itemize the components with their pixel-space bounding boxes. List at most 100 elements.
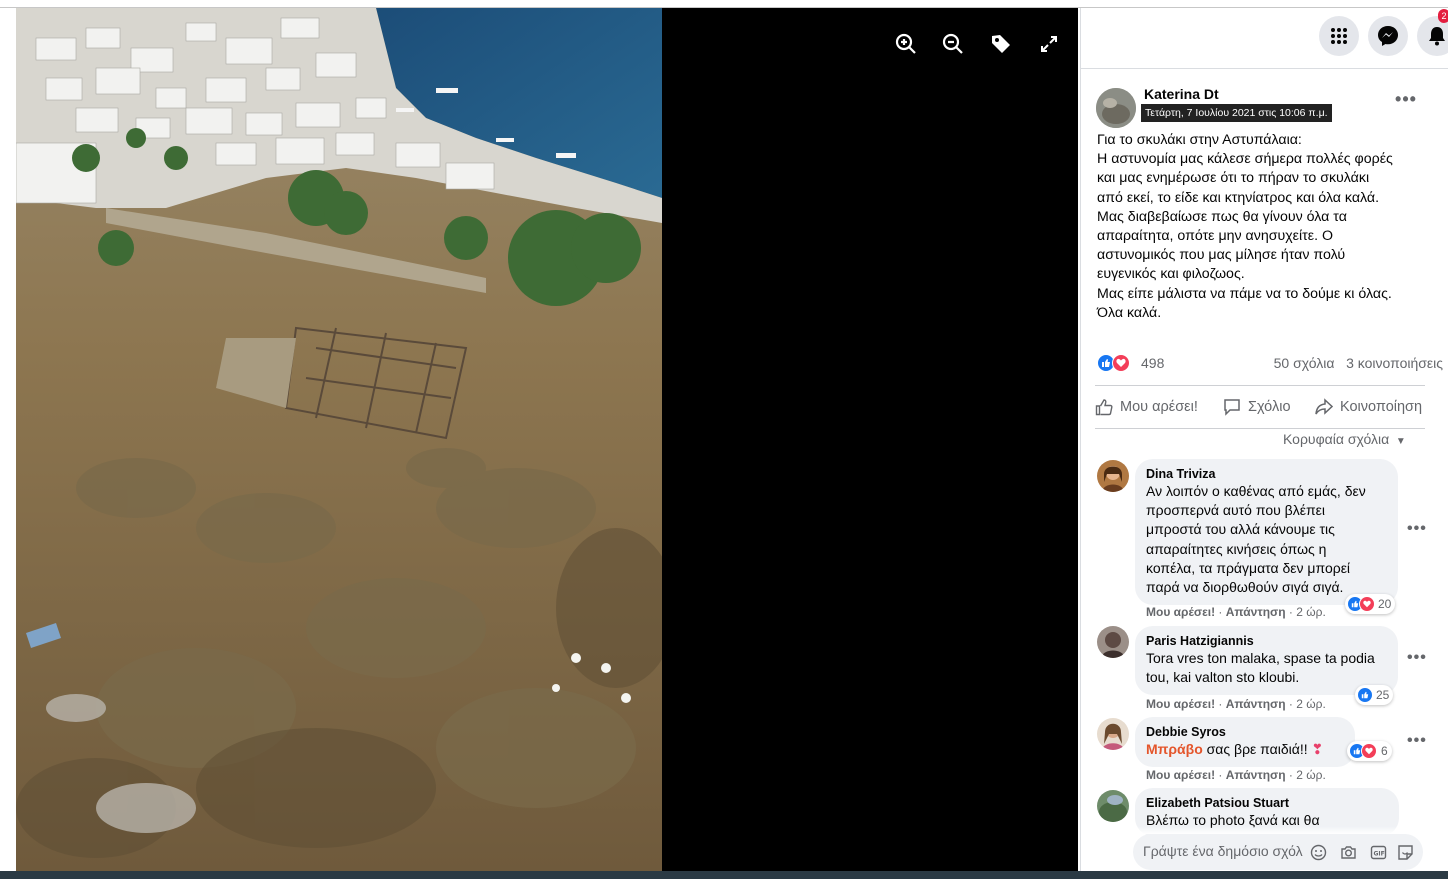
comment-reply-link[interactable]: Απάντηση xyxy=(1226,768,1286,782)
comment-reaction-count: 6 xyxy=(1381,744,1388,758)
comment-like-link[interactable]: Μου αρέσει! xyxy=(1146,605,1215,619)
comment-share-counts: 50 σχόλια 3 κοινοποιήσεις xyxy=(1274,355,1443,371)
reactions-summary: 498 50 σχόλια 3 κοινοποιήσεις xyxy=(1097,352,1443,374)
comment-author[interactable]: Debbie Syros xyxy=(1146,724,1343,740)
emoji-icon xyxy=(1310,844,1326,860)
camera-button[interactable] xyxy=(1339,843,1357,861)
thumbs-up-icon xyxy=(1095,399,1113,416)
commenter-avatar-image xyxy=(1097,718,1129,750)
comment-text-line: Αν λοιπόν ο καθένας από εμάς, δεν xyxy=(1146,483,1366,499)
commenter-avatar[interactable] xyxy=(1097,790,1129,822)
post-date-tooltip: Τετάρτη, 7 Ιουλίου 2021 στις 10:06 π.μ. xyxy=(1141,104,1332,122)
comment-text-rest: σας βρε παιδιά!! xyxy=(1202,741,1312,757)
post-actions: Μου αρέσει! Σχόλιο Κοινοποίηση xyxy=(1095,393,1435,421)
comment-time[interactable]: 2 ώρ. xyxy=(1296,768,1326,782)
comment-reaction-count: 25 xyxy=(1376,688,1390,702)
messenger-button[interactable] xyxy=(1368,16,1408,56)
fullscreen-button[interactable] xyxy=(1035,30,1063,58)
screen: 2 Katerina Dt Τετάρτη, 7 Ιουλίου 2021 στ… xyxy=(0,0,1448,879)
sticker-icon xyxy=(1397,844,1413,860)
caret-down-icon: ▼ xyxy=(1393,436,1406,447)
camera-icon xyxy=(1340,845,1356,859)
comment-time[interactable]: 2 ώρ. xyxy=(1296,605,1326,619)
comment-reply-link[interactable]: Απάντηση xyxy=(1226,605,1286,619)
comment-author[interactable]: Elizabeth Patsiou Stuart xyxy=(1146,795,1387,811)
comment-author[interactable]: Paris Hatzigiannis xyxy=(1146,633,1386,649)
share-button[interactable]: Κοινοποίηση xyxy=(1315,393,1422,421)
header-divider xyxy=(1081,68,1448,69)
comment-reply-link[interactable]: Απάντηση xyxy=(1226,697,1286,711)
comment-meta: Μου αρέσει! · Απάντηση · 2 ώρ. xyxy=(1146,697,1326,711)
sticker-button[interactable] xyxy=(1396,843,1414,861)
shares-count[interactable]: 3 κοινοποιήσεις xyxy=(1346,355,1443,371)
author-name[interactable]: Katerina Dt xyxy=(1144,86,1219,102)
commenter-avatar-image xyxy=(1097,790,1129,822)
comment-like-link[interactable]: Μου αρέσει! xyxy=(1146,697,1215,711)
reaction-count[interactable]: 498 xyxy=(1141,355,1164,371)
post-text-line: αστυνομικός που μας μίλησε ήταν πολύ xyxy=(1097,247,1346,264)
comment-text-line: tou, kai valton sto kloubi. xyxy=(1146,669,1300,686)
notifications-icon xyxy=(1429,27,1445,46)
comment-reactions[interactable]: 6 xyxy=(1347,741,1392,761)
zoom-out-icon xyxy=(942,33,963,54)
comment-text: Μπράβο σας βρε παιδιά!! ❣ xyxy=(1146,740,1343,759)
comment-button[interactable]: Σχόλιο xyxy=(1223,393,1291,421)
taskbar-edge xyxy=(0,871,1448,879)
comment-meta: Μου αρέσει! · Απάντηση · 2 ώρ. xyxy=(1146,605,1326,619)
emoji-button[interactable] xyxy=(1309,843,1327,861)
sort-comments-label: Κορυφαία σχόλια xyxy=(1283,431,1390,447)
photo-image xyxy=(16,8,662,871)
comment-highlight-text[interactable]: Μπράβο xyxy=(1146,741,1203,757)
zoom-out-button[interactable] xyxy=(939,30,967,58)
comment-options-button[interactable]: ••• xyxy=(1407,520,1427,538)
like-button-label: Μου αρέσει! xyxy=(1120,399,1198,415)
comment-like-link[interactable]: Μου αρέσει! xyxy=(1146,768,1215,782)
author-avatar[interactable] xyxy=(1096,88,1136,128)
comment-bubble: Dina Triviza Αν λοιπόν ο καθένας από εμά… xyxy=(1135,459,1398,606)
post-text: Για το σκυλάκι στην Αστυπάλαια: Η αστυνο… xyxy=(1097,131,1437,323)
window-left-border xyxy=(0,8,16,879)
comment-reaction-count: 20 xyxy=(1378,597,1392,611)
author-avatar-image xyxy=(1096,88,1136,128)
menu-grid-icon xyxy=(1331,28,1347,44)
post-text-line: από εκεί, το είδε και κτηνίατρος και όλα… xyxy=(1097,189,1380,206)
fullscreen-icon xyxy=(1041,36,1057,52)
comment-input[interactable] xyxy=(1143,843,1313,859)
comment-options-button[interactable]: ••• xyxy=(1407,649,1427,667)
gif-button[interactable]: GIF xyxy=(1369,843,1387,861)
commenter-avatar-image xyxy=(1097,626,1129,658)
love-reaction-icon xyxy=(1359,596,1375,612)
comment-options-button[interactable]: ••• xyxy=(1407,732,1427,750)
commenter-avatar[interactable] xyxy=(1097,460,1129,492)
post-panel: 2 Katerina Dt Τετάρτη, 7 Ιουλίου 2021 στ… xyxy=(1080,8,1448,871)
sort-comments-dropdown[interactable]: Κορυφαία σχόλια ▼ xyxy=(1283,431,1406,447)
post-text-line: Μας είπε μάλιστα να πάμε να το δούμε κι … xyxy=(1097,285,1392,302)
photo-viewer xyxy=(16,8,1078,871)
comment-time[interactable]: 2 ώρ. xyxy=(1296,697,1326,711)
svg-text:GIF: GIF xyxy=(1373,850,1384,857)
comments-count[interactable]: 50 σχόλια xyxy=(1274,355,1335,371)
comment-text-line: μπροστά του αλλά κάνουμε τις xyxy=(1146,521,1335,538)
comment-meta: Μου αρέσει! · Απάντηση · 2 ώρ. xyxy=(1146,768,1326,782)
menu-button[interactable] xyxy=(1319,16,1359,56)
comment-reactions[interactable]: 25 xyxy=(1355,685,1394,705)
share-icon xyxy=(1315,398,1333,415)
comment-composer: GIF xyxy=(1133,834,1423,870)
zoom-in-button[interactable] xyxy=(892,30,920,58)
comment-text-line: Tora vres ton malaka, spase ta podia xyxy=(1146,650,1375,666)
like-button[interactable]: Μου αρέσει! xyxy=(1095,393,1198,421)
reaction-icons[interactable] xyxy=(1097,354,1137,372)
tag-button[interactable] xyxy=(987,30,1015,58)
comment-author[interactable]: Dina Triviza xyxy=(1146,466,1386,482)
tag-icon xyxy=(992,35,1010,53)
commenter-avatar[interactable] xyxy=(1097,718,1129,750)
post-options-button[interactable]: ••• xyxy=(1391,90,1421,114)
gif-icon: GIF xyxy=(1370,845,1386,859)
comment-button-label: Σχόλιο xyxy=(1248,399,1291,415)
comment-reactions[interactable]: 20 xyxy=(1345,594,1396,614)
post-photo[interactable] xyxy=(16,8,662,871)
comment-text-line: κοπέλα, τα πράγματα δεν μπορεί xyxy=(1146,559,1351,576)
comment-bubble: Debbie Syros Μπράβο σας βρε παιδιά!! ❣ xyxy=(1135,717,1355,768)
commenter-avatar[interactable] xyxy=(1097,626,1129,658)
post-text-line: Η αστυνομία μας κάλεσε σήμερα πολλές φορ… xyxy=(1097,151,1393,168)
